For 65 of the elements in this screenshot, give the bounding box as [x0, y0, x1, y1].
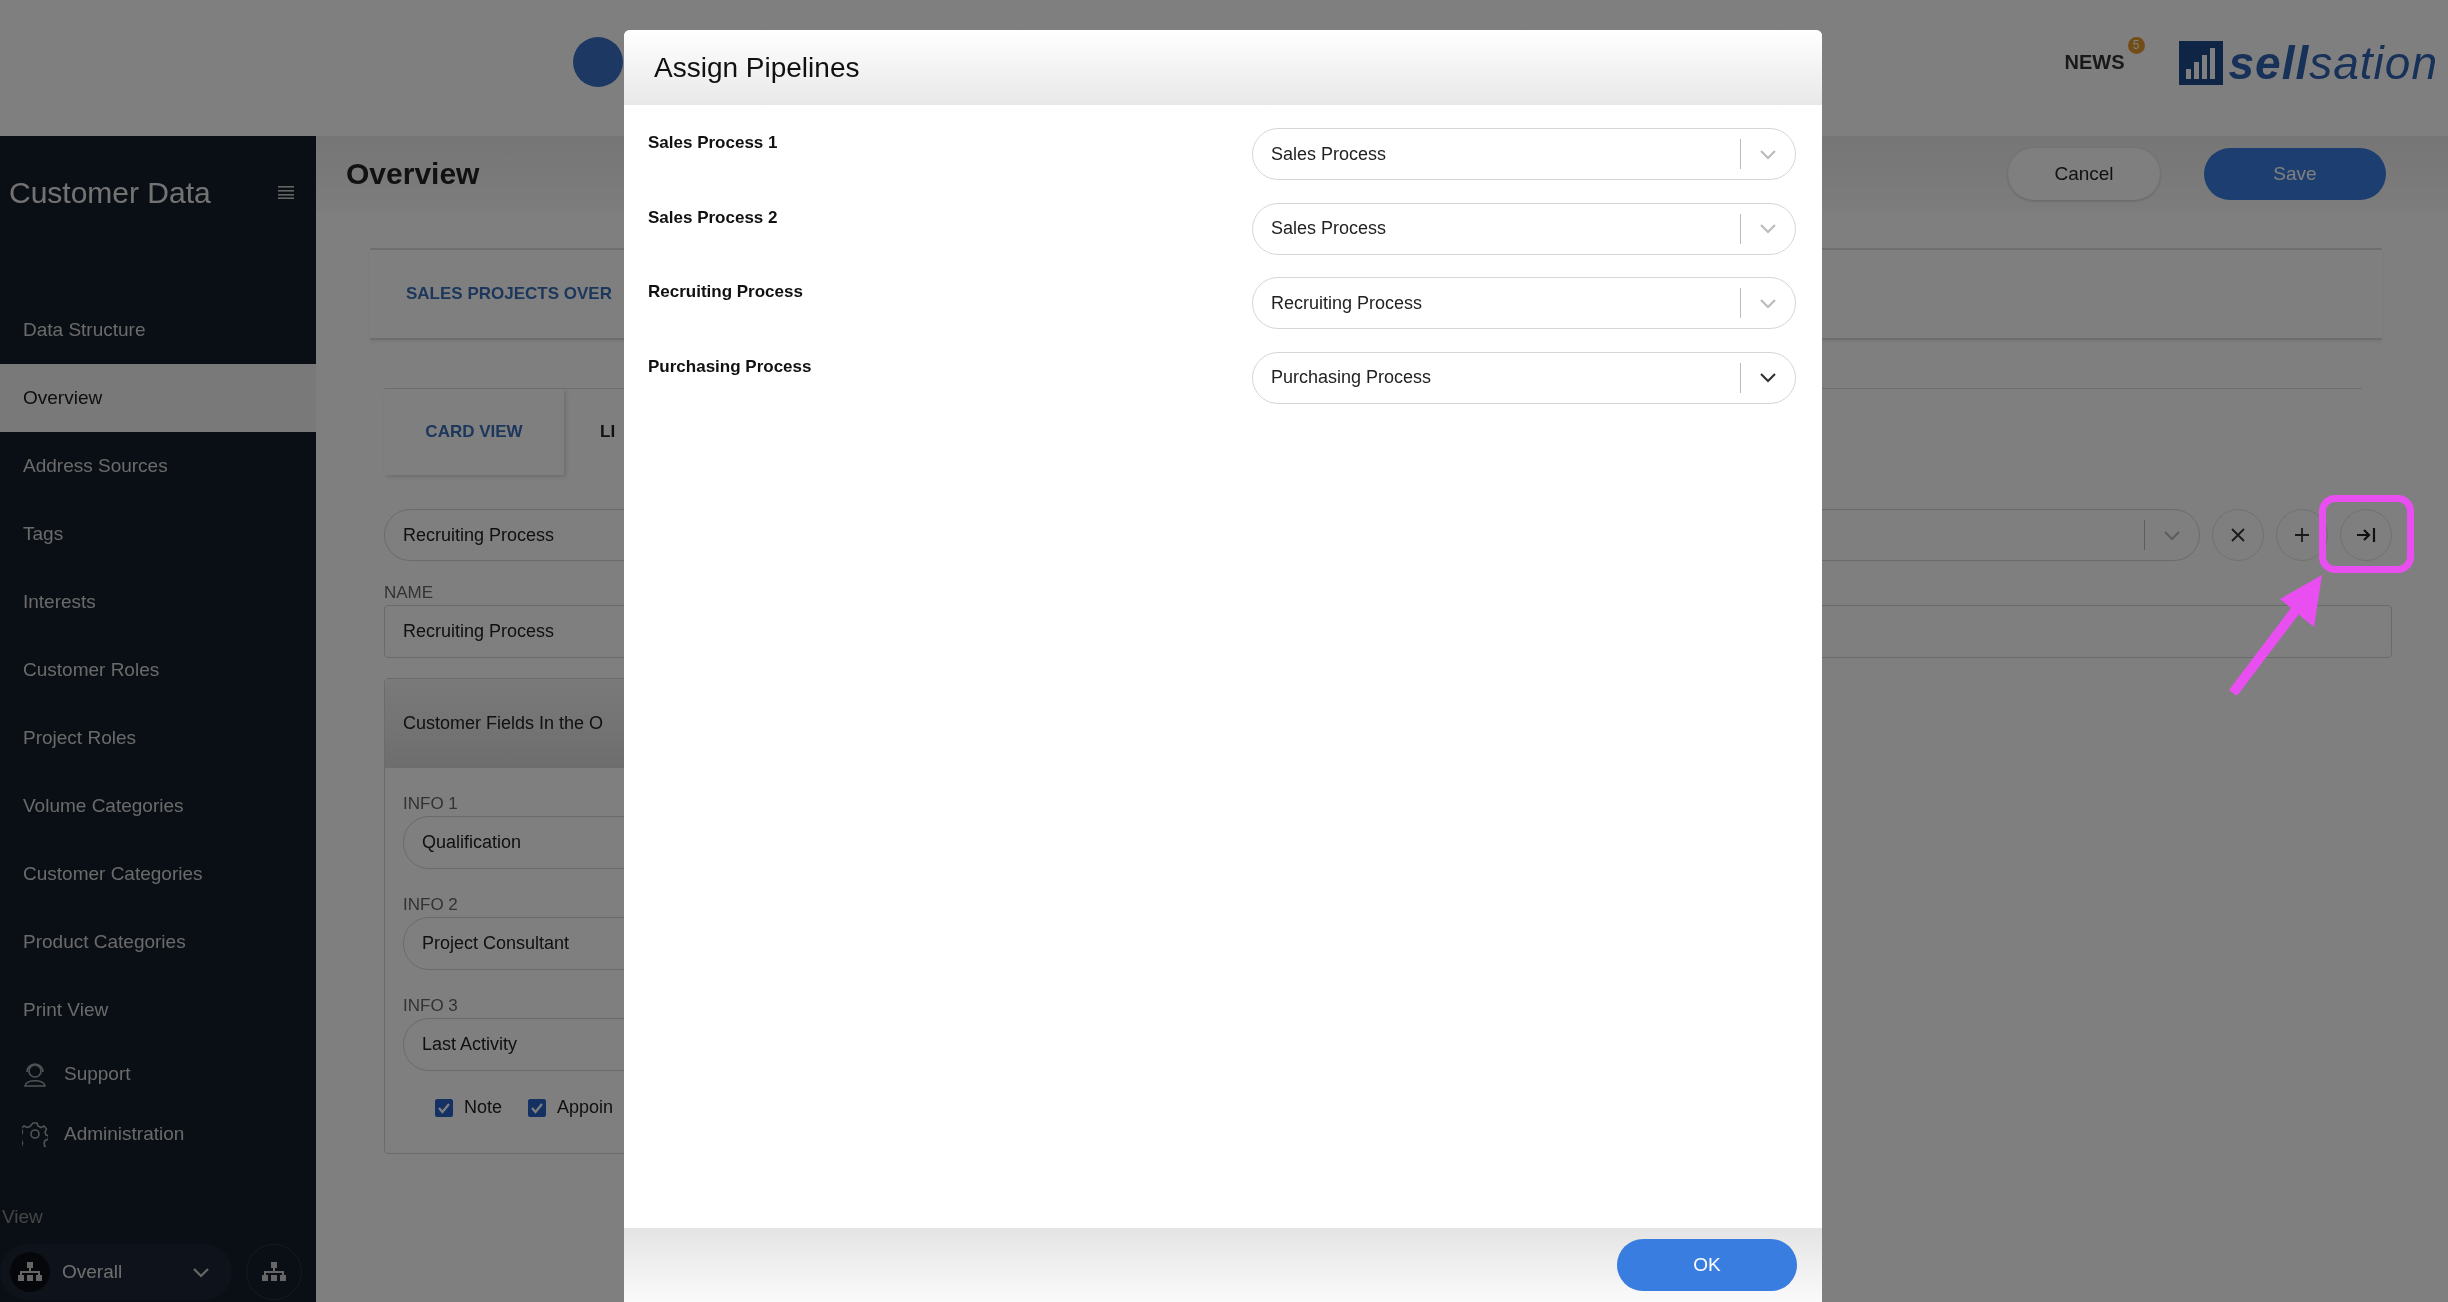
view-label: View — [1, 1206, 44, 1228]
field-label: Recruiting Process — [648, 282, 803, 303]
sidebar-item[interactable]: Overview — [0, 364, 316, 432]
sidebar-item[interactable]: Project Roles — [0, 704, 316, 772]
sidebar-item[interactable]: Print View — [0, 976, 316, 1044]
field-label: INFO 1 — [403, 794, 459, 814]
sidebar-item[interactable]: Data Structure — [0, 296, 316, 364]
view-dropdown[interactable]: Overall — [0, 1244, 232, 1300]
pipeline-dropdown[interactable]: Purchasing Process — [1252, 351, 1796, 404]
chevron-icon — [1759, 297, 1777, 309]
cancel-button[interactable]: Cancel — [2008, 148, 2160, 200]
pipeline-dropdown[interactable]: Sales Process — [1252, 128, 1796, 180]
sidebar-item[interactable]: Interests — [0, 568, 316, 636]
chevron-icon — [2163, 529, 2181, 541]
sidebar-item-label: Support — [64, 1063, 131, 1085]
chevron-icon — [1759, 148, 1777, 160]
news-link[interactable]: NEWS — [2064, 50, 2125, 73]
logo-text: sellsation — [2228, 36, 2438, 90]
sidebar-item-label: Administration — [64, 1123, 185, 1145]
org-chart-icon — [262, 1262, 286, 1282]
checkmark-icon — [530, 1101, 545, 1114]
save-button[interactable]: Save — [2204, 148, 2386, 200]
clear-button[interactable] — [2212, 509, 2264, 561]
sidebar-item[interactable]: Address Sources — [0, 432, 316, 500]
sidebar-item[interactable]: Support — [0, 1044, 316, 1104]
menu-icon[interactable] — [278, 186, 294, 199]
plus-icon — [2294, 527, 2310, 543]
section-tab[interactable]: SALES PROJECTS OVER — [406, 284, 612, 304]
sidebar-item[interactable]: Volume Categories — [0, 772, 316, 840]
sidebar-item[interactable]: Product Categories — [0, 908, 316, 976]
close-icon — [2230, 527, 2246, 543]
field-label: Purchasing Process — [648, 356, 812, 378]
dialog-title: Assign Pipelines — [654, 51, 860, 84]
sidebar-item[interactable]: Tags — [0, 500, 316, 568]
checkbox[interactable] — [528, 1098, 547, 1117]
round-button[interactable] — [573, 37, 623, 87]
assign-button[interactable] — [2340, 509, 2392, 561]
headset-person-icon — [22, 1061, 48, 1087]
field-label: NAME — [384, 583, 435, 603]
count-badge: 5 — [2127, 36, 2145, 54]
panel-title: Customer Fields In the O — [403, 713, 604, 734]
pipeline-dropdown[interactable]: Recruiting Process — [1252, 277, 1796, 329]
arrow-to-bar-icon — [2356, 527, 2376, 543]
chevron-icon — [1759, 223, 1777, 234]
chevron-icon — [1759, 372, 1777, 383]
sidebar-item[interactable]: Customer Categories — [0, 840, 316, 908]
ok-button[interactable]: OK — [1617, 1239, 1797, 1291]
checkbox-label: Appoin — [557, 1097, 614, 1118]
field-label: Sales Process 1 — [648, 133, 778, 154]
view-tab[interactable]: CARD VIEW — [384, 389, 564, 475]
checkbox-label: Note — [464, 1097, 503, 1118]
checkbox[interactable] — [435, 1098, 453, 1117]
pipeline-dropdown[interactable]: Sales Process — [1252, 202, 1796, 255]
field-label: Sales Process 2 — [648, 207, 778, 229]
page-title: Overview — [346, 157, 480, 191]
org-chart-icon — [18, 1262, 42, 1282]
sidebar-title: Customer Data — [9, 176, 211, 210]
bar-chart-icon — [2178, 41, 2223, 85]
sidebar-item[interactable]: Customer Roles — [0, 636, 316, 704]
gear-icon — [22, 1121, 48, 1147]
checkmark-icon — [437, 1101, 451, 1114]
field-label: INFO 3 — [403, 996, 459, 1016]
field-label: INFO 2 — [403, 895, 459, 915]
sidebar-item[interactable]: Administration — [0, 1104, 316, 1164]
chevron-icon — [192, 1266, 210, 1278]
